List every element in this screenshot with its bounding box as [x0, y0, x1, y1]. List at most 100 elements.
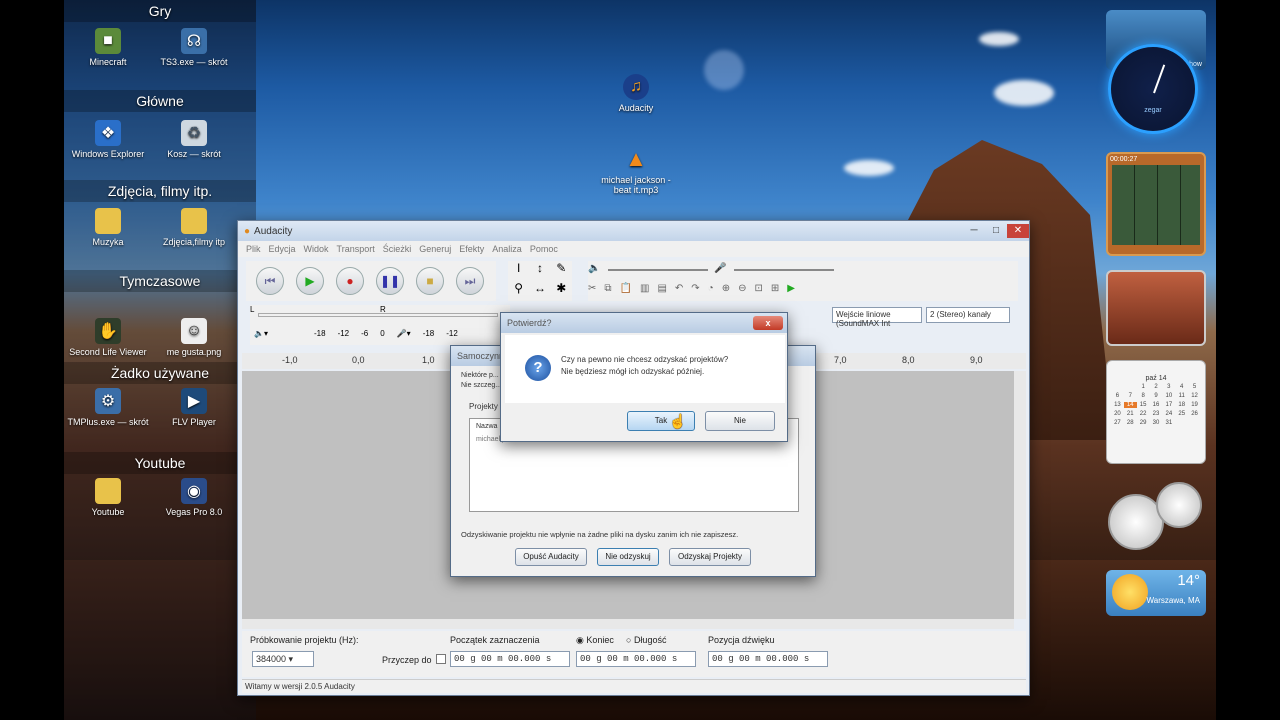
calendar-day[interactable]: 19 [1188, 402, 1201, 408]
calendar-day[interactable]: 12 [1188, 393, 1201, 399]
confirm-close-button[interactable]: x [753, 316, 783, 330]
desktop-icon-recycle[interactable]: ♻ Kosz — skrót [152, 120, 236, 159]
desktop-icon-muzyka[interactable]: Muzyka [66, 208, 150, 247]
clock-gadget[interactable]: zegar [1108, 44, 1198, 134]
calendar-day[interactable]: 16 [1150, 402, 1163, 408]
desktop-icon-mp3[interactable]: ▲ michael jackson - beat it.mp3 [594, 146, 678, 195]
selection-start-field[interactable]: 00 g 00 m 00.000 s [450, 651, 570, 667]
multi-tool-icon[interactable]: ✱ [551, 281, 572, 301]
dont-recover-button[interactable]: Nie odzyskuj [597, 548, 659, 566]
record-button[interactable]: ● [336, 267, 364, 295]
play-at-speed-icon[interactable]: ▶ [787, 283, 795, 294]
calendar-day[interactable]: 15 [1137, 402, 1150, 408]
desktop-icon-vegas[interactable]: ◉ Vegas Pro 8.0 [152, 478, 236, 517]
calendar-gadget[interactable]: paź 14 1 2 3 4 5 6 7 8 9 10 11 12 13 14 15 16 17 18 19 20 21… [1106, 360, 1206, 464]
calendar-day[interactable]: 7 [1124, 393, 1137, 399]
desktop-icon-audacity[interactable]: ♫ Audacity [594, 74, 678, 113]
zoom-in-icon[interactable]: ⊕ [722, 283, 730, 294]
calendar-day[interactable]: 24 [1162, 411, 1175, 417]
calendar-day[interactable]: 28 [1124, 420, 1137, 426]
desktop-icon-minecraft[interactable]: ■ Minecraft [66, 28, 150, 67]
no-button[interactable]: Nie [705, 411, 775, 431]
calendar-day[interactable]: 29 [1137, 420, 1150, 426]
paste-icon[interactable]: 📋 [620, 283, 632, 294]
selection-end-field[interactable]: 00 g 00 m 00.000 s [576, 651, 696, 667]
audio-position-field[interactable]: 00 g 00 m 00.000 s [708, 651, 828, 667]
calendar-day[interactable]: 17 [1162, 402, 1175, 408]
menu-item[interactable]: Edycja [269, 244, 296, 254]
calendar-day[interactable]: 8 [1137, 393, 1150, 399]
envelope-tool-icon[interactable]: ↕ [529, 261, 550, 281]
rate-select[interactable]: 384000 ▾ [252, 651, 314, 667]
desktop-icon-second-life[interactable]: ✋ Second Life Viewer [66, 318, 150, 357]
desktop-icon-tmplus[interactable]: ⚙ TMPlus.exe — skrót [66, 388, 150, 427]
snap-checkbox[interactable] [436, 654, 446, 664]
calendar-day[interactable]: 2 [1150, 384, 1163, 390]
menu-item[interactable]: Pomoc [530, 244, 558, 254]
calendar-day[interactable]: 13 [1111, 402, 1124, 408]
desktop-icon-me-gusta[interactable]: ☺ me gusta.png [152, 318, 236, 357]
desktop-icon-explorer[interactable]: ❖ Windows Explorer [66, 120, 150, 159]
minimize-button[interactable]: ─ [963, 224, 985, 238]
timeshift-tool-icon[interactable]: ↔ [529, 281, 550, 301]
draw-tool-icon[interactable]: ✎ [551, 261, 572, 281]
input-volume-slider[interactable] [734, 269, 834, 271]
redo-icon[interactable]: ↷ [691, 283, 699, 294]
length-radio[interactable]: ○ Długość [626, 635, 666, 645]
output-volume-slider[interactable] [608, 269, 708, 271]
menu-item[interactable]: Plik [246, 244, 261, 254]
trim-icon[interactable]: ▥ [640, 283, 649, 294]
sync-lock-icon[interactable]: ◔ [708, 283, 714, 294]
calendar-day[interactable]: 22 [1137, 411, 1150, 417]
zoom-tool-icon[interactable]: ⚲ [508, 281, 529, 301]
calendar-day[interactable]: 10 [1162, 393, 1175, 399]
calendar-day[interactable]: 1 [1137, 384, 1150, 390]
fit-project-icon[interactable]: ⊞ [771, 283, 779, 294]
desktop-icon-flv[interactable]: ▶ FLV Player [152, 388, 236, 427]
end-radio[interactable]: ◉ Koniec [576, 635, 614, 646]
undo-icon[interactable]: ↶ [675, 283, 683, 294]
quit-audacity-button[interactable]: Opuść Audacity [515, 548, 587, 566]
menu-item[interactable]: Transport [337, 244, 375, 254]
calendar-day[interactable]: 18 [1175, 402, 1188, 408]
desktop-icon-youtube[interactable]: Youtube [66, 478, 150, 517]
calendar-day[interactable]: 31 [1162, 420, 1175, 426]
copy-icon[interactable]: ⧉ [604, 283, 611, 294]
calendar-day[interactable]: 27 [1111, 420, 1124, 426]
stop-button[interactable]: ■ [416, 267, 444, 295]
calendar-day[interactable]: 9 [1150, 393, 1163, 399]
calendar-day[interactable]: 3 [1162, 384, 1175, 390]
pause-button[interactable]: ❚❚ [376, 267, 404, 295]
recover-projects-button[interactable]: Odzyskaj Projekty [669, 548, 751, 566]
calendar-day[interactable]: 20 [1111, 411, 1124, 417]
calendar-day[interactable]: 30 [1150, 420, 1163, 426]
menu-item[interactable]: Efekty [459, 244, 484, 254]
fit-selection-icon[interactable]: ⊡ [755, 283, 763, 294]
puzzle-gadget[interactable]: 00:00:27 [1106, 152, 1206, 256]
menu-item[interactable]: Analiza [492, 244, 522, 254]
calendar-day[interactable]: 6 [1111, 393, 1124, 399]
vertical-scrollbar[interactable] [1014, 371, 1026, 619]
selection-tool-icon[interactable]: I [508, 261, 529, 281]
calendar-day[interactable]: 23 [1150, 411, 1163, 417]
zoom-out-icon[interactable]: ⊖ [738, 283, 746, 294]
input-device-select[interactable]: Wejście liniowe (SoundMAX Int [832, 307, 922, 328]
play-button[interactable]: ▶ [296, 267, 324, 295]
calendar-day[interactable]: 25 [1175, 411, 1188, 417]
maximize-button[interactable]: □ [985, 224, 1007, 238]
skip-end-button[interactable]: ⏭ [456, 267, 484, 295]
close-button[interactable]: ✕ [1007, 224, 1029, 238]
desktop-icon-ts3[interactable]: ☊ TS3.exe — skrót [152, 28, 236, 67]
menu-item[interactable]: Ścieżki [383, 244, 412, 254]
photo-gadget[interactable] [1106, 270, 1206, 346]
skip-start-button[interactable]: ⏮ [256, 267, 284, 295]
weather-gadget[interactable]: 14° Warszawa, MA [1106, 570, 1206, 616]
horizontal-scrollbar[interactable] [242, 619, 1014, 629]
silence-icon[interactable]: ▤ [657, 283, 666, 294]
menu-item[interactable]: Generuj [419, 244, 451, 254]
calendar-day[interactable]: 14 [1123, 402, 1137, 408]
calendar-day[interactable]: 4 [1175, 384, 1188, 390]
calendar-day[interactable]: 11 [1175, 393, 1188, 399]
channels-select[interactable]: 2 (Stereo) kanały [926, 307, 1010, 323]
cut-icon[interactable]: ✂ [588, 283, 596, 294]
